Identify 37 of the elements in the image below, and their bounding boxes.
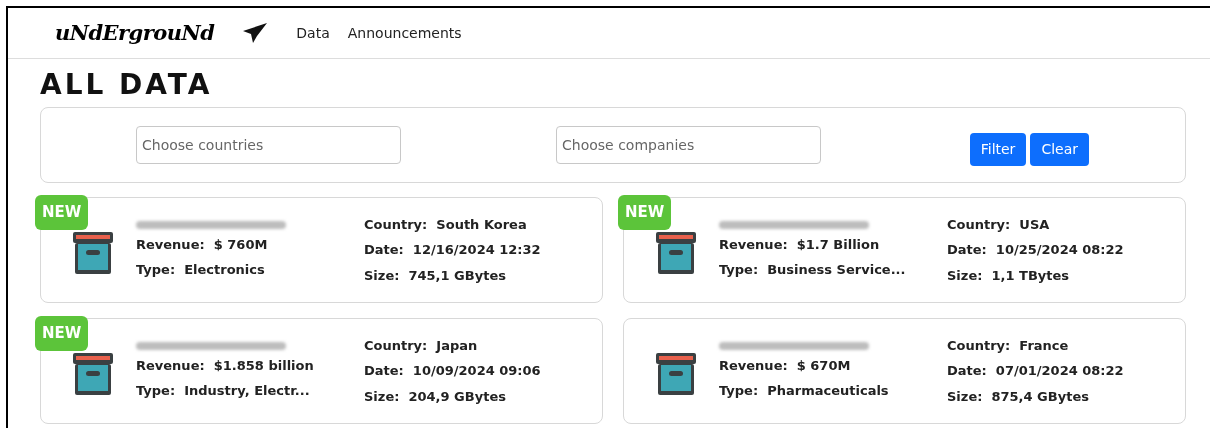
card-field: Country: Japan [364, 335, 541, 356]
nav-link[interactable]: Data [296, 22, 330, 44]
card-field: Revenue: $ 760M [136, 234, 364, 254]
new-badge: NEW [618, 195, 672, 230]
filter-button[interactable]: Filter [969, 132, 1027, 166]
card-field: Revenue: $ 670M [719, 355, 947, 375]
card-field: Date: 12/16/2024 12:32 [364, 240, 541, 260]
card-field: Country: South Korea [364, 214, 541, 235]
card-field: Type: Electronics [136, 260, 364, 280]
archive-box-icon [72, 352, 114, 396]
paper-plane-icon [242, 22, 269, 44]
archive-box-icon [655, 352, 697, 396]
data-card[interactable]: Revenue: $ 670M Type: Pharmaceuticals Country: France Date: 07/01/2024 08:22 Size: 875,4 GBytes [623, 318, 1186, 424]
clear-button[interactable]: Clear [1030, 132, 1089, 166]
page-heading: ALL DATA [40, 67, 214, 103]
nav-link[interactable]: Announcements [347, 22, 462, 44]
card-field: Date: 10/09/2024 09:06 [364, 361, 541, 381]
card-field: Size: 875,4 GBytes [947, 386, 1124, 407]
card-field: Type: Industry, Electr... [136, 381, 364, 401]
card-field: Type: Business Service... [719, 260, 947, 280]
new-badge: NEW [35, 195, 89, 230]
select-field[interactable]: Choose companies [556, 126, 821, 164]
card-field: Country: USA [947, 214, 1124, 235]
card-field: Size: 204,9 GBytes [364, 386, 541, 407]
card-field: Date: 07/01/2024 08:22 [947, 361, 1124, 381]
archive-box-icon [72, 231, 114, 275]
archive-box-icon [655, 231, 697, 275]
card-field: Date: 10/25/2024 08:22 [947, 240, 1124, 260]
select-field[interactable]: Choose countries [136, 126, 401, 164]
card-field: Size: 1,1 TBytes [947, 265, 1124, 286]
card-field: Revenue: $1.858 billion [136, 355, 364, 375]
new-badge: NEW [35, 316, 89, 351]
logo[interactable]: uNdErgrouNd [55, 17, 215, 49]
card-field: Revenue: $1.7 Billion [719, 234, 947, 254]
card-field: Size: 745,1 GBytes [364, 265, 541, 286]
card-field: Country: France [947, 335, 1124, 356]
card-field: Type: Pharmaceuticals [719, 381, 947, 401]
